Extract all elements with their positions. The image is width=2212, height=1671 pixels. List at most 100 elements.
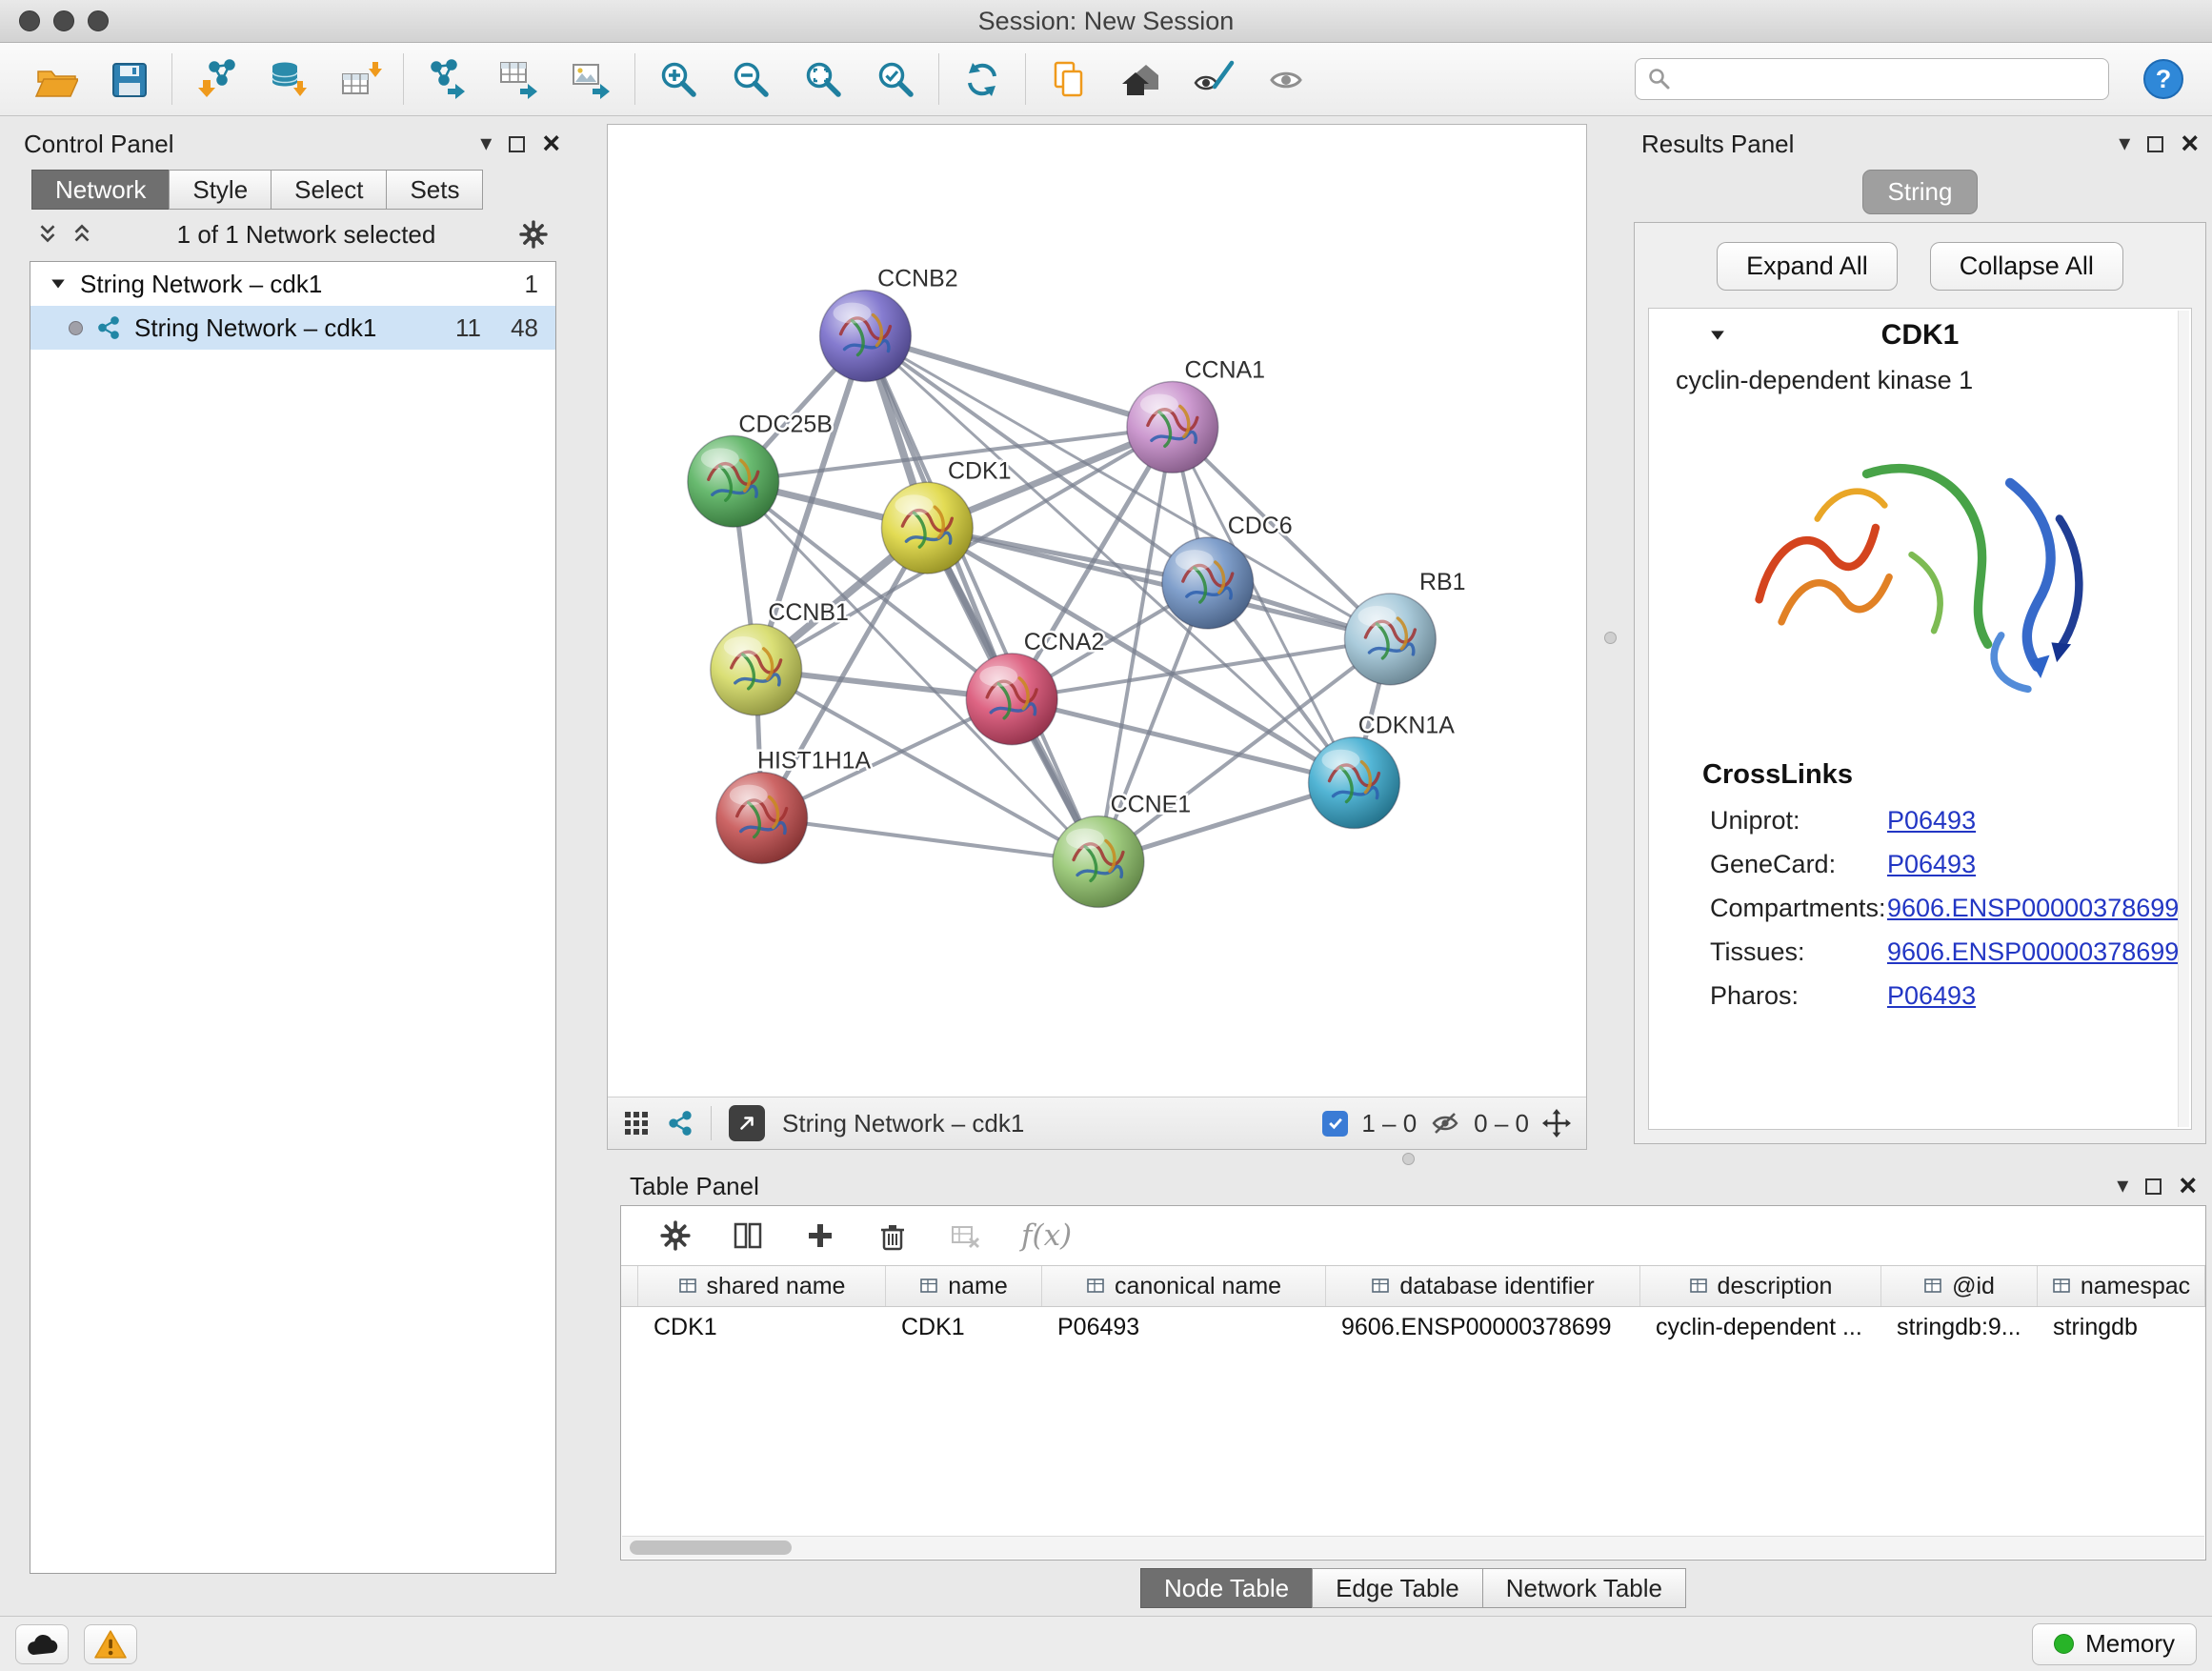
network-node-ccne1[interactable] xyxy=(1053,816,1144,908)
hidden-eye-icon[interactable] xyxy=(1430,1110,1460,1137)
results-panel-float-icon[interactable] xyxy=(2147,136,2163,152)
cell-database-identifier[interactable]: 9606.ENSP00000378699 xyxy=(1326,1314,1640,1341)
cell-name[interactable]: CDK1 xyxy=(886,1314,1042,1341)
control-panel-collapse-icon[interactable]: ▾ xyxy=(480,132,492,155)
collection-expander-icon[interactable] xyxy=(50,276,67,292)
selected-nodes-checkbox[interactable] xyxy=(1322,1111,1348,1137)
help-icon[interactable]: ? xyxy=(2138,53,2189,105)
control-panel-float-icon[interactable] xyxy=(509,136,525,152)
network-node-cdk1[interactable] xyxy=(881,482,973,574)
save-session-icon[interactable] xyxy=(103,53,154,105)
show-annotations-icon[interactable] xyxy=(1260,53,1312,105)
column-header-canonical-name[interactable]: canonical name xyxy=(1042,1266,1326,1306)
network-node-ccna2[interactable] xyxy=(966,654,1057,745)
search-input[interactable] xyxy=(1679,61,2097,97)
collapse-all-button[interactable]: Collapse All xyxy=(1930,242,2123,291)
search-box[interactable] xyxy=(1635,58,2109,100)
hide-annotations-icon[interactable] xyxy=(1188,53,1239,105)
cell-canonical-name[interactable]: P06493 xyxy=(1042,1314,1326,1341)
tab-style[interactable]: Style xyxy=(169,170,271,210)
network-node-cdc6[interactable] xyxy=(1162,537,1254,629)
tab-sets[interactable]: Sets xyxy=(386,170,483,210)
control-panel-close-icon[interactable]: × xyxy=(542,131,560,156)
cell-id[interactable]: stringdb:9... xyxy=(1881,1314,2038,1341)
column-header-database-identifier[interactable]: database identifier xyxy=(1326,1266,1640,1306)
delete-column-icon[interactable] xyxy=(876,1219,909,1252)
network-options-gear-icon[interactable] xyxy=(518,219,549,250)
column-header-id[interactable]: @id xyxy=(1881,1266,2038,1306)
network-collection-row[interactable]: String Network – cdk1 1 xyxy=(30,262,555,306)
open-session-icon[interactable] xyxy=(30,53,82,105)
network-edge[interactable] xyxy=(762,818,1098,862)
export-network-icon[interactable] xyxy=(421,53,473,105)
cell-description[interactable]: cyclin-dependent ... xyxy=(1640,1314,1881,1341)
refresh-icon[interactable] xyxy=(956,53,1008,105)
pan-move-icon[interactable] xyxy=(1542,1109,1571,1137)
zoom-selected-icon[interactable] xyxy=(870,53,921,105)
crosslink-compartments-link[interactable]: 9606.ENSP00000378699 xyxy=(1887,894,2179,923)
export-table-icon[interactable] xyxy=(493,53,545,105)
column-header-name[interactable]: name xyxy=(886,1266,1042,1306)
birds-eye-view-icon[interactable] xyxy=(623,1110,650,1137)
network-node-ccnb2[interactable] xyxy=(820,291,912,382)
network-edge[interactable] xyxy=(865,336,1098,862)
network-edge[interactable] xyxy=(865,336,1172,428)
tab-network-table[interactable]: Network Table xyxy=(1482,1568,1686,1608)
show-columns-icon[interactable] xyxy=(732,1219,764,1252)
add-column-icon[interactable] xyxy=(804,1219,836,1252)
tab-edge-table[interactable]: Edge Table xyxy=(1312,1568,1483,1608)
export-image-icon[interactable] xyxy=(566,53,617,105)
home-icon[interactable] xyxy=(1116,53,1167,105)
import-table-file-icon[interactable] xyxy=(334,53,386,105)
network-node-ccna1[interactable] xyxy=(1127,381,1218,473)
table-horizontal-scrollbar[interactable] xyxy=(622,1536,2204,1559)
table-panel-collapse-icon[interactable]: ▾ xyxy=(2117,1175,2128,1198)
memory-button[interactable]: Memory xyxy=(2032,1623,2197,1665)
minimize-window-button[interactable] xyxy=(53,10,74,31)
horizontal-splitter[interactable] xyxy=(607,1150,2208,1167)
column-header-namespace[interactable]: namespac xyxy=(2038,1266,2205,1306)
table-panel-float-icon[interactable] xyxy=(2145,1178,2162,1195)
vertical-splitter[interactable] xyxy=(1587,124,1632,1150)
zoom-out-icon[interactable] xyxy=(725,53,776,105)
open-in-new-window-icon[interactable] xyxy=(729,1105,765,1141)
zoom-fit-icon[interactable] xyxy=(797,53,849,105)
function-builder-icon[interactable]: f(x) xyxy=(1021,1218,1072,1253)
network-node-rb1[interactable] xyxy=(1344,594,1436,685)
crosslink-pharos-link[interactable]: P06493 xyxy=(1887,981,1976,1011)
cell-shared-name[interactable]: CDK1 xyxy=(638,1314,886,1341)
tab-network[interactable]: Network xyxy=(31,170,170,210)
tab-select[interactable]: Select xyxy=(271,170,387,210)
network-share-icon[interactable] xyxy=(667,1110,694,1137)
column-header-description[interactable]: description xyxy=(1640,1266,1881,1306)
tab-node-table[interactable]: Node Table xyxy=(1140,1568,1313,1608)
crosslink-genecard-link[interactable]: P06493 xyxy=(1887,850,1976,879)
gene-collapse-icon[interactable] xyxy=(1708,328,1727,343)
cloud-status-button[interactable] xyxy=(15,1624,69,1664)
crosslink-tissues-link[interactable]: 9606.ENSP00000378699 xyxy=(1887,937,2179,967)
results-panel-collapse-icon[interactable]: ▾ xyxy=(2119,132,2130,155)
cell-namespace[interactable]: stringdb xyxy=(2038,1314,2205,1341)
column-header-shared-name[interactable]: shared name xyxy=(638,1266,886,1306)
zoom-in-icon[interactable] xyxy=(653,53,704,105)
scrollbar-thumb[interactable] xyxy=(630,1540,792,1555)
network-row[interactable]: String Network – cdk1 11 48 xyxy=(30,306,555,350)
expand-all-networks-icon[interactable] xyxy=(70,222,94,247)
close-window-button[interactable] xyxy=(19,10,40,31)
import-network-file-icon[interactable] xyxy=(190,53,241,105)
network-node-hist1h1a[interactable] xyxy=(716,773,808,864)
results-scrollbar[interactable] xyxy=(2178,311,2189,1127)
import-network-database-icon[interactable] xyxy=(262,53,313,105)
network-node-cdkn1a[interactable] xyxy=(1309,737,1400,829)
tab-string[interactable]: String xyxy=(1862,170,1979,214)
warning-button[interactable] xyxy=(84,1624,137,1664)
results-panel-close-icon[interactable]: × xyxy=(2181,131,2199,156)
expand-all-button[interactable]: Expand All xyxy=(1717,242,1898,291)
collapse-all-networks-icon[interactable] xyxy=(35,222,60,247)
table-row[interactable]: CDK1 CDK1 P06493 9606.ENSP00000378699 cy… xyxy=(621,1307,2205,1347)
copy-documents-icon[interactable] xyxy=(1043,53,1095,105)
network-edge[interactable] xyxy=(927,528,1390,639)
table-panel-close-icon[interactable]: × xyxy=(2179,1174,2197,1198)
maximize-window-button[interactable] xyxy=(88,10,109,31)
network-node-ccnb1[interactable] xyxy=(711,624,802,715)
